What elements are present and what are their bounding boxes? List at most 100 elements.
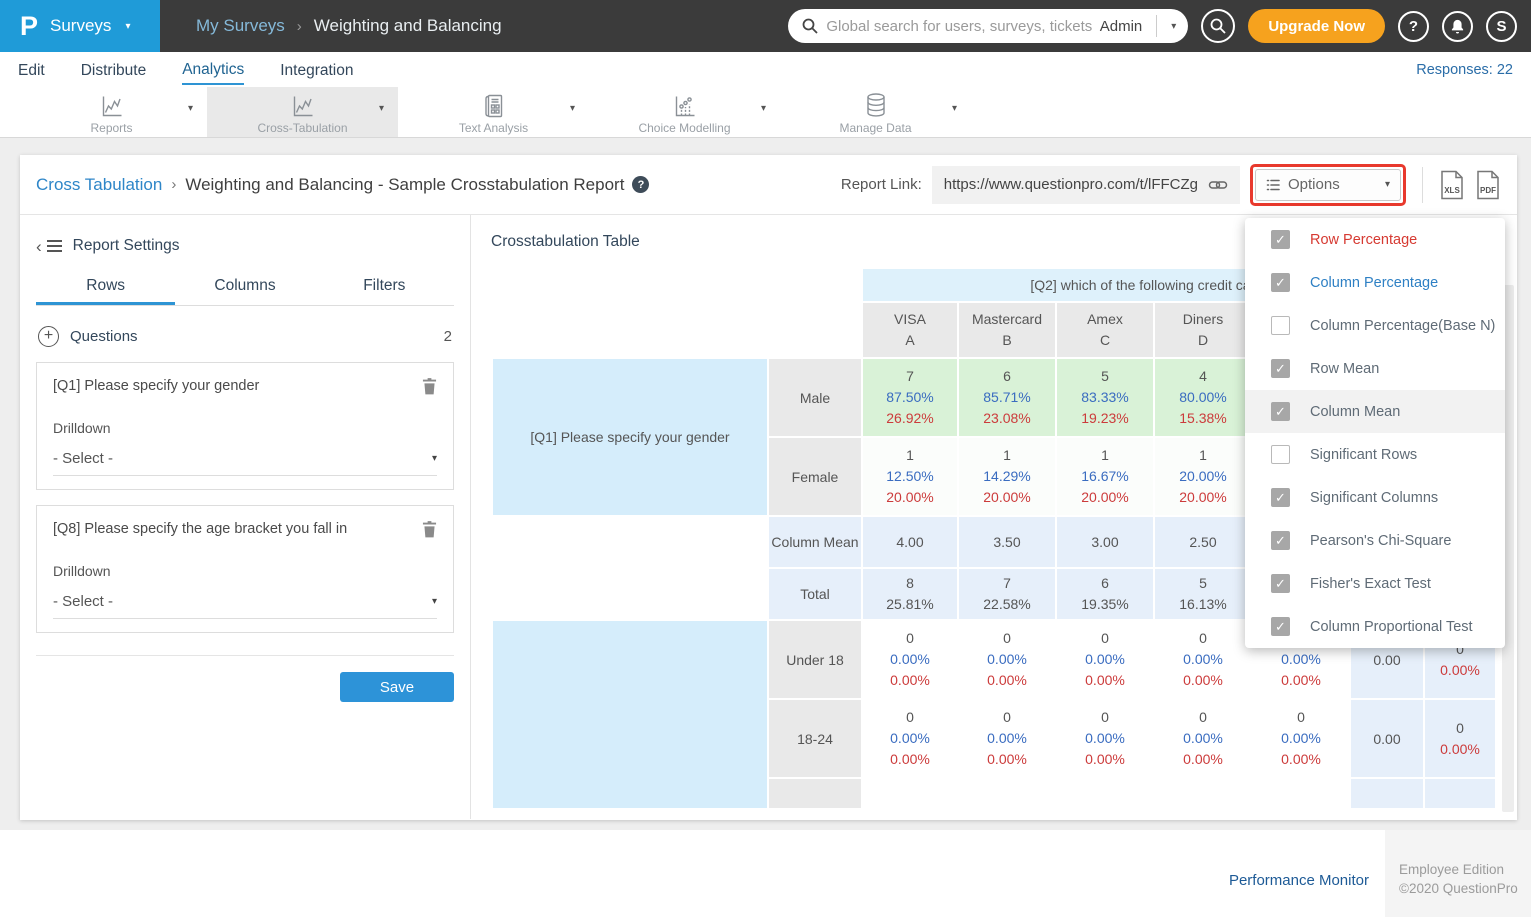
global-search[interactable]: Admin ▾ [788, 9, 1188, 43]
data-cell-partial [1253, 779, 1349, 808]
nav-item-integration[interactable]: Integration [280, 56, 353, 84]
add-question-button[interactable]: + [38, 326, 59, 347]
chevron-down-icon[interactable]: ▾ [188, 103, 193, 114]
chevron-down-icon[interactable]: ▾ [379, 103, 384, 114]
data-cell: 583.33%19.23% [1057, 359, 1153, 436]
report-link-label: Report Link: [841, 176, 922, 193]
tab-columns[interactable]: Columns [175, 277, 314, 305]
help-icon[interactable]: ? [632, 176, 649, 193]
total-cell-partial [1425, 779, 1495, 808]
export-xls-button[interactable]: XLS [1439, 170, 1465, 200]
export-pdf-button[interactable]: PDF [1475, 170, 1501, 200]
q8-rowgroup-label [493, 621, 767, 808]
column-header-visa: VISAA [863, 303, 957, 357]
save-button[interactable]: Save [340, 672, 454, 702]
drilldown-select[interactable]: - Select -▾ [53, 593, 437, 619]
chevron-down-icon[interactable]: ▾ [570, 103, 575, 114]
total-value: 825.81% [863, 569, 957, 619]
tab-rows[interactable]: Rows [36, 277, 175, 305]
empty-corner-cell [493, 303, 861, 357]
checkbox[interactable]: ✓ [1271, 359, 1290, 378]
panel-title: Report Settings [73, 237, 180, 255]
report-settings-header: ‹ Report Settings [36, 237, 454, 255]
data-cell: 00.00%0.00% [863, 621, 957, 698]
breadcrumb-my-surveys[interactable]: My Surveys [196, 16, 285, 36]
questions-row: + Questions 2 [36, 326, 454, 347]
data-cell: 00.00%0.00% [1155, 700, 1251, 777]
search-icon [1210, 18, 1226, 34]
report-link-field[interactable]: https://www.questionpro.com/t/lFFCZg [932, 166, 1240, 204]
option-item-significant-rows[interactable]: Significant Rows [1245, 433, 1505, 476]
toolbar-item-label: Text Analysis [398, 121, 589, 135]
option-item-fisher-s-exact-test[interactable]: ✓Fisher's Exact Test [1245, 562, 1505, 605]
option-item-row-percentage[interactable]: ✓Row Percentage [1245, 218, 1505, 261]
row-category-female: Female [769, 438, 861, 515]
option-item-column-mean[interactable]: ✓Column Mean [1245, 390, 1505, 433]
checkbox[interactable]: ✓ [1271, 273, 1290, 292]
option-item-column-percentage-base-n-[interactable]: Column Percentage(Base N) [1245, 304, 1505, 347]
report-title: Weighting and Balancing - Sample Crossta… [185, 175, 624, 195]
checkbox[interactable]: ✓ [1271, 488, 1290, 507]
toolbar-item-manage-data[interactable]: ▾Manage Data [780, 87, 971, 137]
performance-monitor-link[interactable]: Performance Monitor [1229, 872, 1369, 889]
upgrade-now-button[interactable]: Upgrade Now [1248, 9, 1385, 43]
option-item-column-proportional-test[interactable]: ✓Column Proportional Test [1245, 605, 1505, 648]
data-cell: 112.50%20.00% [863, 438, 957, 515]
option-item-row-mean[interactable]: ✓ Row Mean [1245, 347, 1505, 390]
question-card-2: [Q8] Please specify the age bracket you … [36, 505, 454, 633]
collapse-panel-button[interactable]: ‹ [36, 238, 62, 255]
trash-icon[interactable] [422, 521, 437, 543]
trash-icon[interactable] [422, 378, 437, 400]
help-button[interactable]: ? [1398, 11, 1429, 42]
search-input[interactable] [826, 18, 1091, 35]
chevron-left-icon: ‹ [36, 238, 42, 255]
option-item-label: Column Percentage [1310, 275, 1438, 291]
responses-count: Responses: 22 [1416, 62, 1513, 78]
drilldown-select[interactable]: - Select -▾ [53, 450, 437, 476]
avatar[interactable]: S [1486, 11, 1517, 42]
chevron-down-icon[interactable]: ▾ [1171, 21, 1176, 32]
option-item-pearson-s-chi-square[interactable]: ✓Pearson's Chi-Square [1245, 519, 1505, 562]
checkbox[interactable]: ✓ [1271, 617, 1290, 636]
pdf-icon: PDF [1480, 186, 1496, 195]
divider [36, 655, 454, 656]
toolbar-item-reports[interactable]: ▾Reports [16, 87, 207, 137]
nav-item-edit[interactable]: Edit [18, 56, 45, 84]
checkbox[interactable] [1271, 316, 1290, 335]
checkbox[interactable]: ✓ [1271, 402, 1290, 421]
toolbar-item-choice-modelling[interactable]: ▾Choice Modelling [589, 87, 780, 137]
checkbox[interactable]: ✓ [1271, 574, 1290, 593]
chevron-down-icon[interactable]: ▾ [761, 103, 766, 114]
column-mean-value: 2.50 [1155, 517, 1251, 567]
data-cell-partial [1155, 779, 1251, 808]
brand-menu[interactable]: P Surveys ▾ [0, 0, 160, 52]
row-mean-cell: 0.00 [1351, 700, 1423, 777]
document-grid-icon [398, 91, 589, 119]
link-icon[interactable] [1208, 175, 1228, 195]
notifications-button[interactable] [1442, 11, 1473, 42]
breadcrumb-cross-tabulation[interactable]: Cross Tabulation [36, 175, 162, 195]
question-card-1: [Q1] Please specify your genderDrilldown… [36, 362, 454, 490]
option-item-label: Row Mean [1310, 361, 1379, 377]
options-button[interactable]: Options ▾ [1255, 169, 1401, 201]
chevron-down-icon: ▾ [432, 596, 437, 607]
tab-filters[interactable]: Filters [315, 277, 454, 305]
checkbox[interactable] [1271, 445, 1290, 464]
data-cell: 00.00%0.00% [1155, 621, 1251, 698]
toolbar-item-text-analysis[interactable]: ▾ Text Analysis [398, 87, 589, 137]
report-settings-panel: ‹ Report Settings RowsColumnsFilters + Q… [20, 215, 471, 819]
option-item-column-percentage[interactable]: ✓ Column Percentage [1245, 261, 1505, 304]
option-item-significant-columns[interactable]: ✓Significant Columns [1245, 476, 1505, 519]
checkbox[interactable]: ✓ [1271, 230, 1290, 249]
nav-item-analytics[interactable]: Analytics [182, 55, 244, 85]
nav-item-distribute[interactable]: Distribute [81, 56, 146, 84]
choice-chart-icon [589, 91, 780, 119]
checkbox[interactable]: ✓ [1271, 531, 1290, 550]
column-header-diners: DinersD [1155, 303, 1251, 357]
column-mean-value: 3.00 [1057, 517, 1153, 567]
data-cell: 116.67%20.00% [1057, 438, 1153, 515]
search-submit-button[interactable] [1201, 9, 1235, 43]
chevron-down-icon: ▾ [1385, 179, 1390, 190]
toolbar-item-cross-tabulation[interactable]: ▾Cross-Tabulation [207, 87, 398, 137]
chevron-down-icon[interactable]: ▾ [952, 103, 957, 114]
